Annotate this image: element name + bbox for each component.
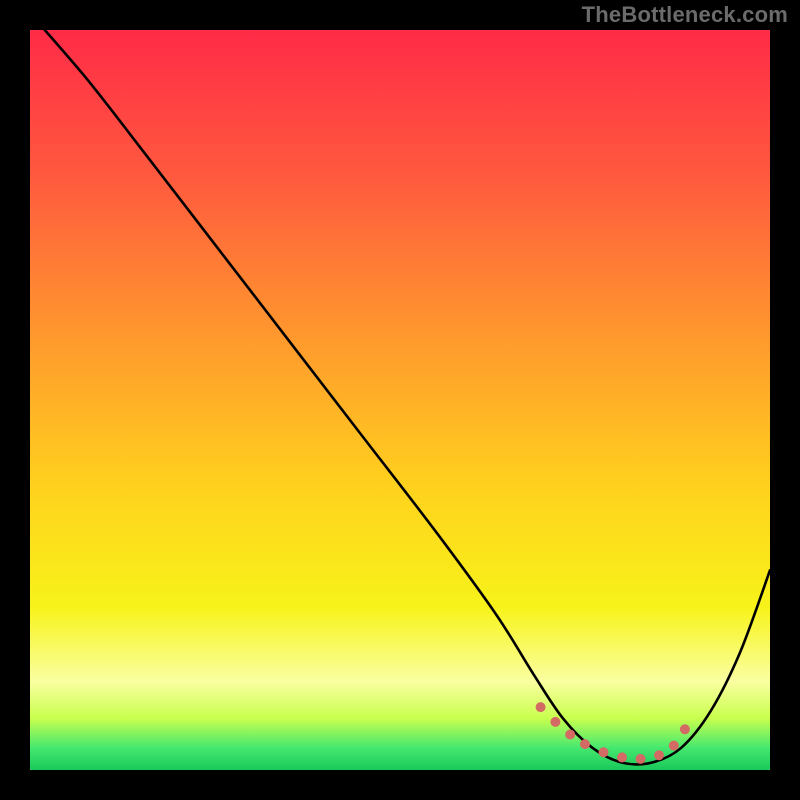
curve-marker: [565, 729, 575, 739]
chart-svg: [0, 0, 800, 800]
curve-marker: [617, 752, 627, 762]
curve-marker: [599, 747, 609, 757]
curve-marker: [550, 717, 560, 727]
curve-marker: [636, 754, 646, 764]
curve-marker: [680, 724, 690, 734]
curve-marker: [654, 750, 664, 760]
curve-marker: [580, 739, 590, 749]
curve-marker: [536, 702, 546, 712]
plot-background: [30, 30, 770, 770]
curve-marker: [669, 741, 679, 751]
chart-frame: TheBottleneck.com: [0, 0, 800, 800]
watermark-text: TheBottleneck.com: [582, 2, 788, 28]
